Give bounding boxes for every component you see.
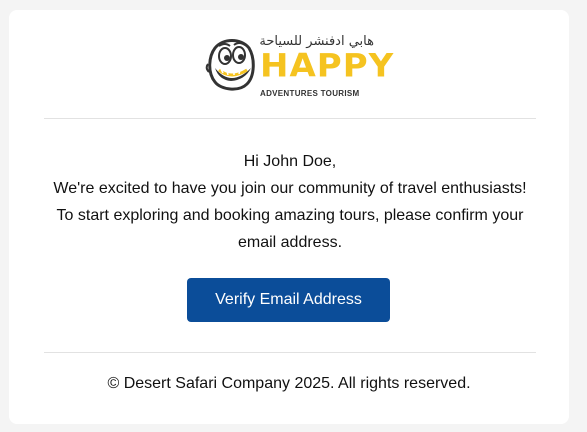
brand-logo: هابي ادفنشر للسياحة HAPPY ADVENTURES TOU…	[205, 34, 393, 104]
brand-tagline: ADVENTURES TOURISM	[260, 89, 360, 98]
header-divider	[44, 118, 536, 119]
greeting-text: Hi John Doe,	[243, 153, 337, 170]
brand-wordmark: HAPPY	[260, 47, 395, 85]
footer-copyright: © Desert Safari Company 2025. All rights…	[107, 375, 471, 392]
verify-email-button[interactable]: Verify Email Address	[187, 278, 390, 322]
body-text: We're excited to have you join our commu…	[53, 180, 527, 251]
mascot-icon	[205, 39, 255, 91]
footer-divider	[44, 352, 536, 353]
email-card: هابي ادفنشر للسياحة HAPPY ADVENTURES TOU…	[9, 10, 569, 424]
email-message: Hi John Doe, We're excited to have you j…	[44, 148, 536, 256]
